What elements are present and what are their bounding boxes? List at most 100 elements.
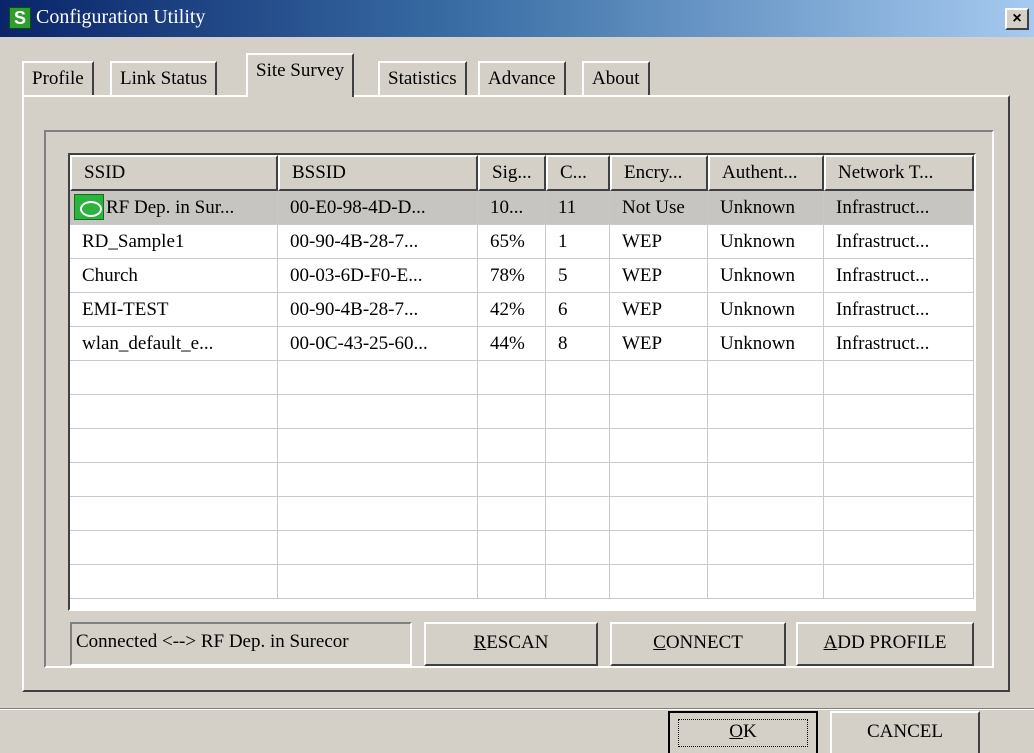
add-profile-button[interactable]: ADD PROFILE xyxy=(796,622,974,666)
column-ssid[interactable]: SSID xyxy=(70,155,278,191)
channel-cell: 5 xyxy=(546,259,610,293)
connection-status: Connected <--> RF Dep. in Surecor xyxy=(70,622,412,666)
table-row[interactable]: wlan_default_e... 00-0C-43-25-60... 44% 8 WE… xyxy=(70,327,974,361)
tab-link-status[interactable]: Link Status xyxy=(110,61,218,95)
empty-cell xyxy=(824,497,974,531)
empty-cell xyxy=(70,531,278,565)
ssid-cell: Church xyxy=(70,259,278,293)
encryption-cell: WEP xyxy=(610,293,708,327)
column-bssid[interactable]: BSSID xyxy=(278,155,478,191)
tab-profile[interactable]: Profile xyxy=(22,61,94,95)
connected-network-icon xyxy=(74,193,104,220)
empty-cell xyxy=(70,395,278,429)
channel-cell: 11 xyxy=(546,191,610,225)
encryption-cell-text: WEP xyxy=(622,299,663,320)
empty-cell xyxy=(824,531,974,565)
network-type-cell-text: Infrastruct... xyxy=(836,299,930,320)
auth-cell: Unknown xyxy=(708,327,824,361)
encryption-cell: WEP xyxy=(610,327,708,361)
tab-advance[interactable]: Advance xyxy=(478,61,566,95)
connect-label: ONNECT xyxy=(665,632,743,653)
encryption-cell-text: Not Use xyxy=(622,197,685,218)
cancel-button[interactable]: CANCEL xyxy=(830,711,980,753)
ssid-cell: EMI-TEST xyxy=(70,293,278,327)
bssid-cell-text: 00-90-4B-28-7... xyxy=(290,299,419,320)
column-authentication[interactable]: Authent... xyxy=(708,155,824,191)
empty-row xyxy=(70,531,974,565)
channel-cell-text: 8 xyxy=(558,333,568,354)
bssid-cell-text: 00-0C-43-25-60... xyxy=(290,333,428,354)
empty-cell xyxy=(708,463,824,497)
ok-button[interactable]: OK xyxy=(668,711,818,753)
column-network-type[interactable]: Network T... xyxy=(824,155,974,191)
empty-cell xyxy=(708,565,824,599)
auth-cell: Unknown xyxy=(708,293,824,327)
empty-cell xyxy=(708,531,824,565)
table-row[interactable]: EMI-TEST 00-90-4B-28-7... 42% 6 WEP Unknown In… xyxy=(70,293,974,327)
empty-cell xyxy=(824,463,974,497)
empty-cell xyxy=(824,361,974,395)
empty-row xyxy=(70,361,974,395)
empty-cell xyxy=(278,429,478,463)
channel-cell-text: 5 xyxy=(558,265,568,286)
app-logo-icon: S xyxy=(9,7,31,29)
ssid-cell: RD_Sample1 xyxy=(70,225,278,259)
channel-cell-text: 11 xyxy=(558,197,577,218)
column-encryption[interactable]: Encry... xyxy=(610,155,708,191)
bssid-cell: 00-90-4B-28-7... xyxy=(278,293,478,327)
empty-row xyxy=(70,497,974,531)
empty-cell xyxy=(610,463,708,497)
empty-cell xyxy=(278,361,478,395)
empty-cell xyxy=(278,565,478,599)
empty-cell xyxy=(824,395,974,429)
title-bar[interactable]: S Configuration Utility × xyxy=(0,0,1034,37)
empty-cell xyxy=(610,497,708,531)
ssid-cell-text: RD_Sample1 xyxy=(82,231,185,252)
auth-cell-text: Unknown xyxy=(720,299,795,320)
column-signal[interactable]: Sig... xyxy=(478,155,546,191)
empty-row xyxy=(70,565,974,599)
column-channel[interactable]: C... xyxy=(546,155,610,191)
network-type-cell: Infrastruct... xyxy=(824,327,974,361)
auth-cell-text: Unknown xyxy=(720,231,795,252)
empty-cell xyxy=(546,565,610,599)
empty-row xyxy=(70,395,974,429)
auth-cell-text: Unknown xyxy=(720,265,795,286)
channel-cell-text: 6 xyxy=(558,299,568,320)
close-button[interactable]: × xyxy=(1005,8,1029,30)
empty-cell xyxy=(708,429,824,463)
network-list[interactable]: SSID BSSID Sig... C... Encry... Authent.… xyxy=(68,153,976,611)
empty-cell xyxy=(278,395,478,429)
tab-statistics[interactable]: Statistics xyxy=(378,61,467,95)
empty-cell xyxy=(708,395,824,429)
bottom-separator xyxy=(0,708,1034,710)
empty-cell xyxy=(478,565,546,599)
empty-cell xyxy=(478,497,546,531)
rescan-button[interactable]: RESCAN xyxy=(424,622,598,666)
table-row[interactable]: RD_Sample1 00-90-4B-28-7... 65% 1 WEP Unknown… xyxy=(70,225,974,259)
encryption-cell: WEP xyxy=(610,225,708,259)
empty-cell xyxy=(478,463,546,497)
connect-button[interactable]: CONNECT xyxy=(610,622,786,666)
ssid-cell: RF Dep. in Sur... xyxy=(70,191,278,225)
empty-cell xyxy=(610,361,708,395)
network-type-cell: Infrastruct... xyxy=(824,259,974,293)
auth-cell: Unknown xyxy=(708,225,824,259)
encryption-cell: WEP xyxy=(610,259,708,293)
table-row[interactable]: RF Dep. in Sur... 00-E0-98-4D-D... 10... 11… xyxy=(70,191,974,225)
channel-cell: 6 xyxy=(546,293,610,327)
bssid-cell: 00-03-6D-F0-E... xyxy=(278,259,478,293)
signal-cell-text: 78% xyxy=(490,265,525,286)
bssid-cell-text: 00-E0-98-4D-D... xyxy=(290,197,426,218)
network-type-cell-text: Infrastruct... xyxy=(836,333,930,354)
encryption-cell-text: WEP xyxy=(622,333,663,354)
rescan-mnemonic: R xyxy=(473,632,487,653)
signal-cell-text: 65% xyxy=(490,231,525,252)
auth-cell: Unknown xyxy=(708,191,824,225)
empty-cell xyxy=(546,463,610,497)
signal-cell: 65% xyxy=(478,225,546,259)
table-row[interactable]: Church 00-03-6D-F0-E... 78% 5 WEP Unknown Infr… xyxy=(70,259,974,293)
bssid-cell: 00-90-4B-28-7... xyxy=(278,225,478,259)
tab-site-survey[interactable]: Site Survey xyxy=(246,53,355,97)
tab-about[interactable]: About xyxy=(582,61,650,95)
